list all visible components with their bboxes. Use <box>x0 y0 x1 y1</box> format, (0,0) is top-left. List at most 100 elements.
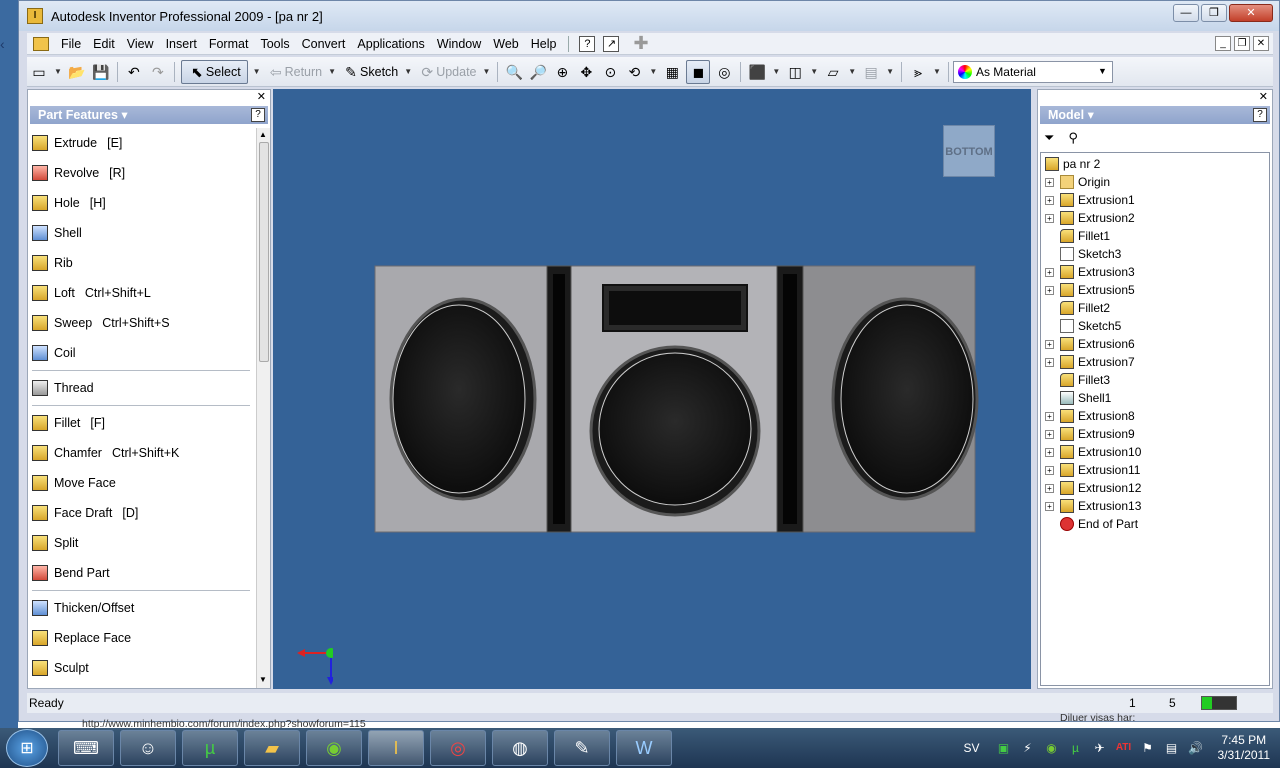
look-at-button[interactable]: ▦ <box>660 60 684 84</box>
feature-scrollbar[interactable]: ▲ ▼ <box>256 128 270 688</box>
feature-shell[interactable]: Shell <box>28 218 254 248</box>
menu-tools[interactable]: Tools <box>254 33 295 55</box>
tray-ati-icon[interactable]: ATI <box>1116 740 1132 756</box>
redo-button[interactable]: ↷ <box>146 60 170 84</box>
start-button[interactable]: ⊞ <box>6 729 48 767</box>
feature-replace-face[interactable]: Replace Face <box>28 623 254 653</box>
task-inventor[interactable]: I <box>368 730 424 766</box>
sketch-3d-button[interactable]: ⪢ <box>906 60 930 84</box>
task-keyboard[interactable]: ⌨ <box>58 730 114 766</box>
feature-coil[interactable]: Coil <box>28 338 254 368</box>
tree-node[interactable]: + Extrusion13 <box>1041 497 1269 515</box>
expand-icon[interactable]: + <box>1045 501 1054 511</box>
clock[interactable]: 7:45 PM 3/31/2011 <box>1218 733 1271 763</box>
task-explorer[interactable]: ▰ <box>244 730 300 766</box>
feature-sculpt[interactable]: Sculpt <box>28 653 254 683</box>
menu-format[interactable]: Format <box>203 33 255 55</box>
minimize-button[interactable]: — <box>1173 4 1199 22</box>
component-button[interactable]: ▤ <box>859 60 883 84</box>
new-button[interactable]: ▭ <box>27 60 51 84</box>
zoom-window-button[interactable]: 🔎 <box>526 60 550 84</box>
return-dropdown-icon[interactable]: ▼ <box>328 67 336 76</box>
feature-rib[interactable]: Rib <box>28 248 254 278</box>
feature-bend-part[interactable]: Bend Part <box>28 558 254 588</box>
orbit-dropdown-icon[interactable]: ▼ <box>649 67 657 76</box>
sketch-button[interactable]: ✎ Sketch <box>339 60 401 84</box>
task-word[interactable]: W <box>616 730 672 766</box>
sketch-dropdown-icon[interactable]: ▼ <box>404 67 412 76</box>
scroll-thumb[interactable] <box>259 142 269 362</box>
expand-icon[interactable]: + <box>1045 213 1054 223</box>
tree-node[interactable]: + Extrusion10 <box>1041 443 1269 461</box>
language-indicator[interactable]: SV <box>963 741 979 755</box>
task-spotify[interactable]: ◉ <box>306 730 362 766</box>
select-dropdown-icon[interactable]: ▼ <box>253 67 261 76</box>
browser-header[interactable]: Model ▾ ? <box>1040 106 1270 124</box>
view-cube-button[interactable]: ⬛ <box>745 60 769 84</box>
doc-restore-button[interactable]: ❐ <box>1234 36 1250 51</box>
tray-app-icon[interactable]: ▣ <box>996 740 1012 756</box>
tree-node[interactable]: + Extrusion2 <box>1041 209 1269 227</box>
zoom-button[interactable]: ⊕ <box>550 60 574 84</box>
menu-file[interactable]: File <box>55 33 87 55</box>
view-cube-dropdown-icon[interactable]: ▼ <box>772 67 780 76</box>
tree-root[interactable]: pa nr 2 <box>1041 155 1269 173</box>
menu-insert[interactable]: Insert <box>160 33 203 55</box>
tree-node[interactable]: Sketch3 <box>1041 245 1269 263</box>
add-icon[interactable]: ✚ <box>633 33 648 54</box>
zoom-selected-button[interactable]: ⊙ <box>598 60 622 84</box>
tree-node[interactable]: + Extrusion8 <box>1041 407 1269 425</box>
tree-node[interactable]: + Extrusion9 <box>1041 425 1269 443</box>
menu-help[interactable]: Help <box>525 33 563 55</box>
view-cube[interactable]: BOTTOM <box>943 125 995 177</box>
menu-web[interactable]: Web <box>487 33 524 55</box>
tree-node[interactable]: + Extrusion5 <box>1041 281 1269 299</box>
save-button[interactable]: 💾 <box>89 60 113 84</box>
perspective-dropdown-icon[interactable]: ▼ <box>810 67 818 76</box>
tree-node[interactable]: Fillet1 <box>1041 227 1269 245</box>
feature-extrude[interactable]: Extrude [E] <box>28 128 254 158</box>
feature-thicken-offset[interactable]: Thicken/Offset <box>28 593 254 623</box>
panel-header[interactable]: Part Features ▾ ? <box>30 106 268 124</box>
document-icon[interactable] <box>33 36 49 51</box>
scroll-up-icon[interactable]: ▲ <box>259 130 267 139</box>
expand-icon[interactable]: + <box>1045 177 1054 187</box>
update-button[interactable]: ⟳ Update <box>415 60 479 84</box>
tree-node[interactable]: Sketch5 <box>1041 317 1269 335</box>
expand-icon[interactable]: + <box>1045 447 1054 457</box>
tray-spotify-icon[interactable]: ◉ <box>1044 740 1060 756</box>
menu-edit[interactable]: Edit <box>87 33 121 55</box>
tree-node[interactable]: + Extrusion3 <box>1041 263 1269 281</box>
graphics-viewport[interactable]: BOTTOM <box>273 89 1031 689</box>
feature-chamfer[interactable]: Chamfer Ctrl+Shift+K <box>28 438 254 468</box>
menu-window[interactable]: Window <box>431 33 487 55</box>
help-icon[interactable]: ? <box>1253 108 1267 122</box>
plane-dropdown-icon[interactable]: ▼ <box>848 67 856 76</box>
maximize-button[interactable]: ❐ <box>1201 4 1227 22</box>
pan-button[interactable]: ✥ <box>574 60 598 84</box>
tree-node[interactable]: + Extrusion1 <box>1041 191 1269 209</box>
orbit-button[interactable]: ⟲ <box>622 60 646 84</box>
feature-hole[interactable]: Hole [H] <box>28 188 254 218</box>
expand-icon[interactable]: + <box>1045 195 1054 205</box>
tree-node[interactable]: + Origin <box>1041 173 1269 191</box>
feature-revolve[interactable]: Revolve [R] <box>28 158 254 188</box>
task-media[interactable]: ◍ <box>492 730 548 766</box>
tray-plane-icon[interactable]: ✈ <box>1092 740 1108 756</box>
filter-icon[interactable]: ⏷ <box>1044 130 1054 146</box>
return-button[interactable]: ⇦ Return <box>264 60 326 84</box>
material-select[interactable]: As Material ▼ <box>952 60 1113 83</box>
menu-convert[interactable]: Convert <box>296 33 352 55</box>
open-button[interactable]: 📂 <box>65 60 89 84</box>
menu-applications[interactable]: Applications <box>351 33 430 55</box>
feature-loft[interactable]: Loft Ctrl+Shift+L <box>28 278 254 308</box>
tray-flag-icon[interactable]: ⚑ <box>1140 740 1156 756</box>
doc-minimize-button[interactable]: _ <box>1215 36 1231 51</box>
tree-node[interactable]: + Extrusion12 <box>1041 479 1269 497</box>
scroll-down-icon[interactable]: ▼ <box>259 675 267 684</box>
task-utorrent[interactable]: µ <box>182 730 238 766</box>
plane-button[interactable]: ▱ <box>821 60 845 84</box>
select-button[interactable]: ⬉ Select <box>180 59 248 84</box>
tree-node[interactable]: Fillet3 <box>1041 371 1269 389</box>
task-messenger[interactable]: ☺ <box>120 730 176 766</box>
